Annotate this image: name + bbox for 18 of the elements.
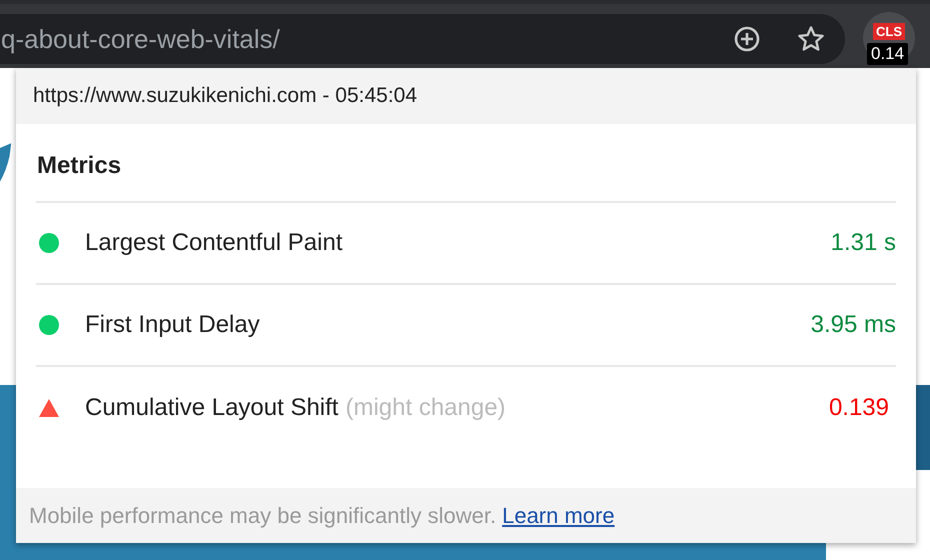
add-icon[interactable] <box>733 25 761 53</box>
section-title: Metrics <box>36 124 896 203</box>
extension-label: CLS <box>873 23 905 40</box>
metric-value: 3.95 ms <box>810 311 896 339</box>
extension-badge: 0.14 <box>867 43 908 65</box>
metric-note: (might change) <box>345 394 506 422</box>
url-text: q-about-core-web-vitals/ <box>1 24 281 54</box>
site-header: https://www.suzukikenichi.com - 05:45:04 <box>16 68 916 124</box>
metric-name: Cumulative Layout Shift <box>85 394 338 422</box>
metric-name: Largest Contentful Paint <box>85 229 342 257</box>
metric-value: 0.139 <box>828 394 889 422</box>
metric-value: 1.31 s <box>830 229 896 257</box>
address-bar[interactable]: q-about-core-web-vitals/ <box>0 14 845 64</box>
footer-text: Mobile performance may be significantly slower. <box>29 502 496 528</box>
extension-button[interactable]: CLS 0.14 <box>863 12 915 64</box>
learn-more-link[interactable]: Learn more <box>502 502 615 528</box>
metric-name: First Input Delay <box>85 311 260 339</box>
star-icon[interactable] <box>797 25 825 53</box>
